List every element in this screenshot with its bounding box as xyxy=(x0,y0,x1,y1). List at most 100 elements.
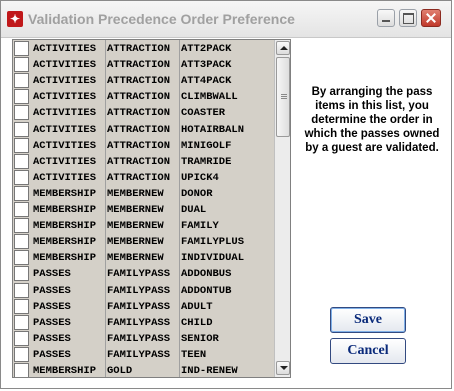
chevron-up-icon[interactable] xyxy=(276,41,290,55)
row-checkbox[interactable] xyxy=(14,137,29,153)
pass-order-list[interactable]: ACTIVITIES ATTRACTION ATT2PACK ACTIVITIES AT… xyxy=(12,39,291,378)
list-row[interactable]: ACTIVITIES ATTRACTION TRAMRIDE xyxy=(13,153,274,170)
row-checkbox[interactable] xyxy=(14,218,29,234)
group-cell: MEMBERNEW xyxy=(107,187,164,200)
group-cell: ATTRACTION xyxy=(107,171,171,184)
scrollbar-thumb[interactable] xyxy=(276,57,290,137)
pass-cell: CLIMBWALL xyxy=(181,91,238,104)
pass-cell: ADDONTUB xyxy=(181,284,232,297)
list-row[interactable]: MEMBERSHIP MEMBERNEW INDIVIDUAL xyxy=(13,250,274,266)
group-cell: ATTRACTION xyxy=(107,43,171,55)
pass-cell: INDIVIDUAL xyxy=(181,252,245,265)
cancel-button[interactable]: Cancel xyxy=(330,338,406,364)
list-row[interactable]: MEMBERSHIP MEMBERNEW DUAL xyxy=(13,202,274,218)
list-row[interactable]: MEMBERSHIP MEMBERNEW FAMILYPLUS xyxy=(13,234,274,250)
row-checkbox[interactable] xyxy=(14,73,29,89)
list-row[interactable]: PASSES FAMILYPASS SENIOR xyxy=(13,330,274,347)
list-row[interactable]: ACTIVITIES ATTRACTION ATT3PACK xyxy=(13,57,274,73)
group-cell: ATTRACTION xyxy=(107,123,171,136)
pass-cell: HOTAIRBALN xyxy=(181,123,245,136)
category-cell: ACTIVITIES xyxy=(33,59,97,72)
row-checkbox[interactable] xyxy=(14,57,29,73)
category-cell: ACTIVITIES xyxy=(33,123,97,136)
category-cell: ACTIVITIES xyxy=(33,107,97,120)
pass-cell: TEEN xyxy=(181,348,207,361)
list-row[interactable]: PASSES FAMILYPASS ADDONTUB xyxy=(13,282,274,299)
title-bar[interactable]: ✦ Validation Precedence Order Preference xyxy=(1,1,451,38)
pass-cell: ATT2PACK xyxy=(181,43,232,55)
list-row[interactable]: ACTIVITIES ATTRACTION MINIGOLF xyxy=(13,137,274,154)
row-checkbox[interactable] xyxy=(14,202,29,217)
list-row[interactable]: MEMBERSHIP MEMBERNEW FAMILY xyxy=(13,218,274,234)
pass-cell: FAMILY xyxy=(181,220,219,233)
list-row[interactable]: ACTIVITIES ATTRACTION HOTAIRBALN xyxy=(13,121,274,138)
list-row[interactable]: MEMBERSHIP GOLD IND-RENEW xyxy=(13,363,274,377)
list-row[interactable]: ACTIVITIES ATTRACTION ATT2PACK xyxy=(13,41,274,57)
row-checkbox[interactable] xyxy=(14,330,29,346)
dialog-window: ✦ Validation Precedence Order Preference… xyxy=(0,0,452,389)
pass-cell: FAMILYPLUS xyxy=(181,236,245,249)
row-checkbox[interactable] xyxy=(14,169,29,185)
row-checkbox[interactable] xyxy=(14,41,29,56)
list-row[interactable]: PASSES FAMILYPASS ADULT xyxy=(13,298,274,315)
pass-cell: ATT3PACK xyxy=(181,59,232,72)
pass-cell: SENIOR xyxy=(181,332,219,345)
pass-cell: UPICK4 xyxy=(181,171,219,184)
category-cell: ACTIVITIES xyxy=(33,155,97,168)
row-checkbox[interactable] xyxy=(14,185,29,201)
group-cell: FAMILYPASS xyxy=(107,268,171,281)
row-checkbox[interactable] xyxy=(14,105,29,121)
group-cell: FAMILYPASS xyxy=(107,300,171,313)
list-row[interactable]: ACTIVITIES ATTRACTION UPICK4 xyxy=(13,169,274,186)
category-cell: PASSES xyxy=(33,300,71,313)
category-cell: ACTIVITIES xyxy=(33,43,97,55)
category-cell: MEMBERSHIP xyxy=(33,220,97,233)
row-checkbox[interactable] xyxy=(14,346,29,362)
category-cell: ACTIVITIES xyxy=(33,171,97,184)
category-cell: MEMBERSHIP xyxy=(33,365,97,377)
minimize-icon[interactable] xyxy=(377,9,395,27)
list-row[interactable]: PASSES FAMILYPASS CHILD xyxy=(13,314,274,331)
group-cell: MEMBERNEW xyxy=(107,204,164,216)
row-checkbox[interactable] xyxy=(14,89,29,105)
group-cell: ATTRACTION xyxy=(107,75,171,88)
close-icon[interactable] xyxy=(421,9,441,27)
row-checkbox[interactable] xyxy=(14,363,29,377)
row-checkbox[interactable] xyxy=(14,298,29,314)
list-row[interactable]: ACTIVITIES ATTRACTION CLIMBWALL xyxy=(13,89,274,105)
pass-cell: ADULT xyxy=(181,300,213,313)
maximize-icon[interactable] xyxy=(399,9,417,27)
list-row[interactable]: MEMBERSHIP MEMBERNEW DONOR xyxy=(13,185,274,202)
row-checkbox[interactable] xyxy=(14,121,29,137)
pass-cell: DUAL xyxy=(181,204,207,216)
list-row[interactable]: PASSES FAMILYPASS ADDONBUS xyxy=(13,266,274,282)
list-row[interactable]: ACTIVITIES ATTRACTION COASTER xyxy=(13,105,274,121)
row-checkbox[interactable] xyxy=(14,314,29,330)
vertical-scrollbar[interactable] xyxy=(274,40,290,377)
row-checkbox[interactable] xyxy=(14,282,29,298)
group-cell: GOLD xyxy=(107,365,133,377)
row-checkbox[interactable] xyxy=(14,153,29,169)
group-cell: FAMILYPASS xyxy=(107,332,171,345)
chevron-down-icon[interactable] xyxy=(276,361,290,375)
row-checkbox[interactable] xyxy=(14,266,29,282)
app-logo-icon: ✦ xyxy=(7,11,23,27)
group-cell: ATTRACTION xyxy=(107,91,171,104)
category-cell: PASSES xyxy=(33,332,71,345)
category-cell: PASSES xyxy=(33,284,71,297)
list-row[interactable]: PASSES FAMILYPASS TEEN xyxy=(13,346,274,363)
save-button[interactable]: Save xyxy=(330,307,406,333)
group-cell: FAMILYPASS xyxy=(107,348,171,361)
group-cell: ATTRACTION xyxy=(107,139,171,152)
pass-cell: CHILD xyxy=(181,316,213,329)
group-cell: MEMBERNEW xyxy=(107,220,164,233)
pass-cell: IND-RENEW xyxy=(181,365,238,377)
row-checkbox[interactable] xyxy=(14,234,29,250)
list-row[interactable]: ACTIVITIES ATTRACTION ATT4PACK xyxy=(13,73,274,89)
category-cell: ACTIVITIES xyxy=(33,75,97,88)
instructions-text: By arranging the pass items in this list… xyxy=(304,86,440,154)
row-checkbox[interactable] xyxy=(14,250,29,266)
category-cell: ACTIVITIES xyxy=(33,91,97,104)
pass-cell: COASTER xyxy=(181,107,226,120)
group-cell: MEMBERNEW xyxy=(107,252,164,265)
